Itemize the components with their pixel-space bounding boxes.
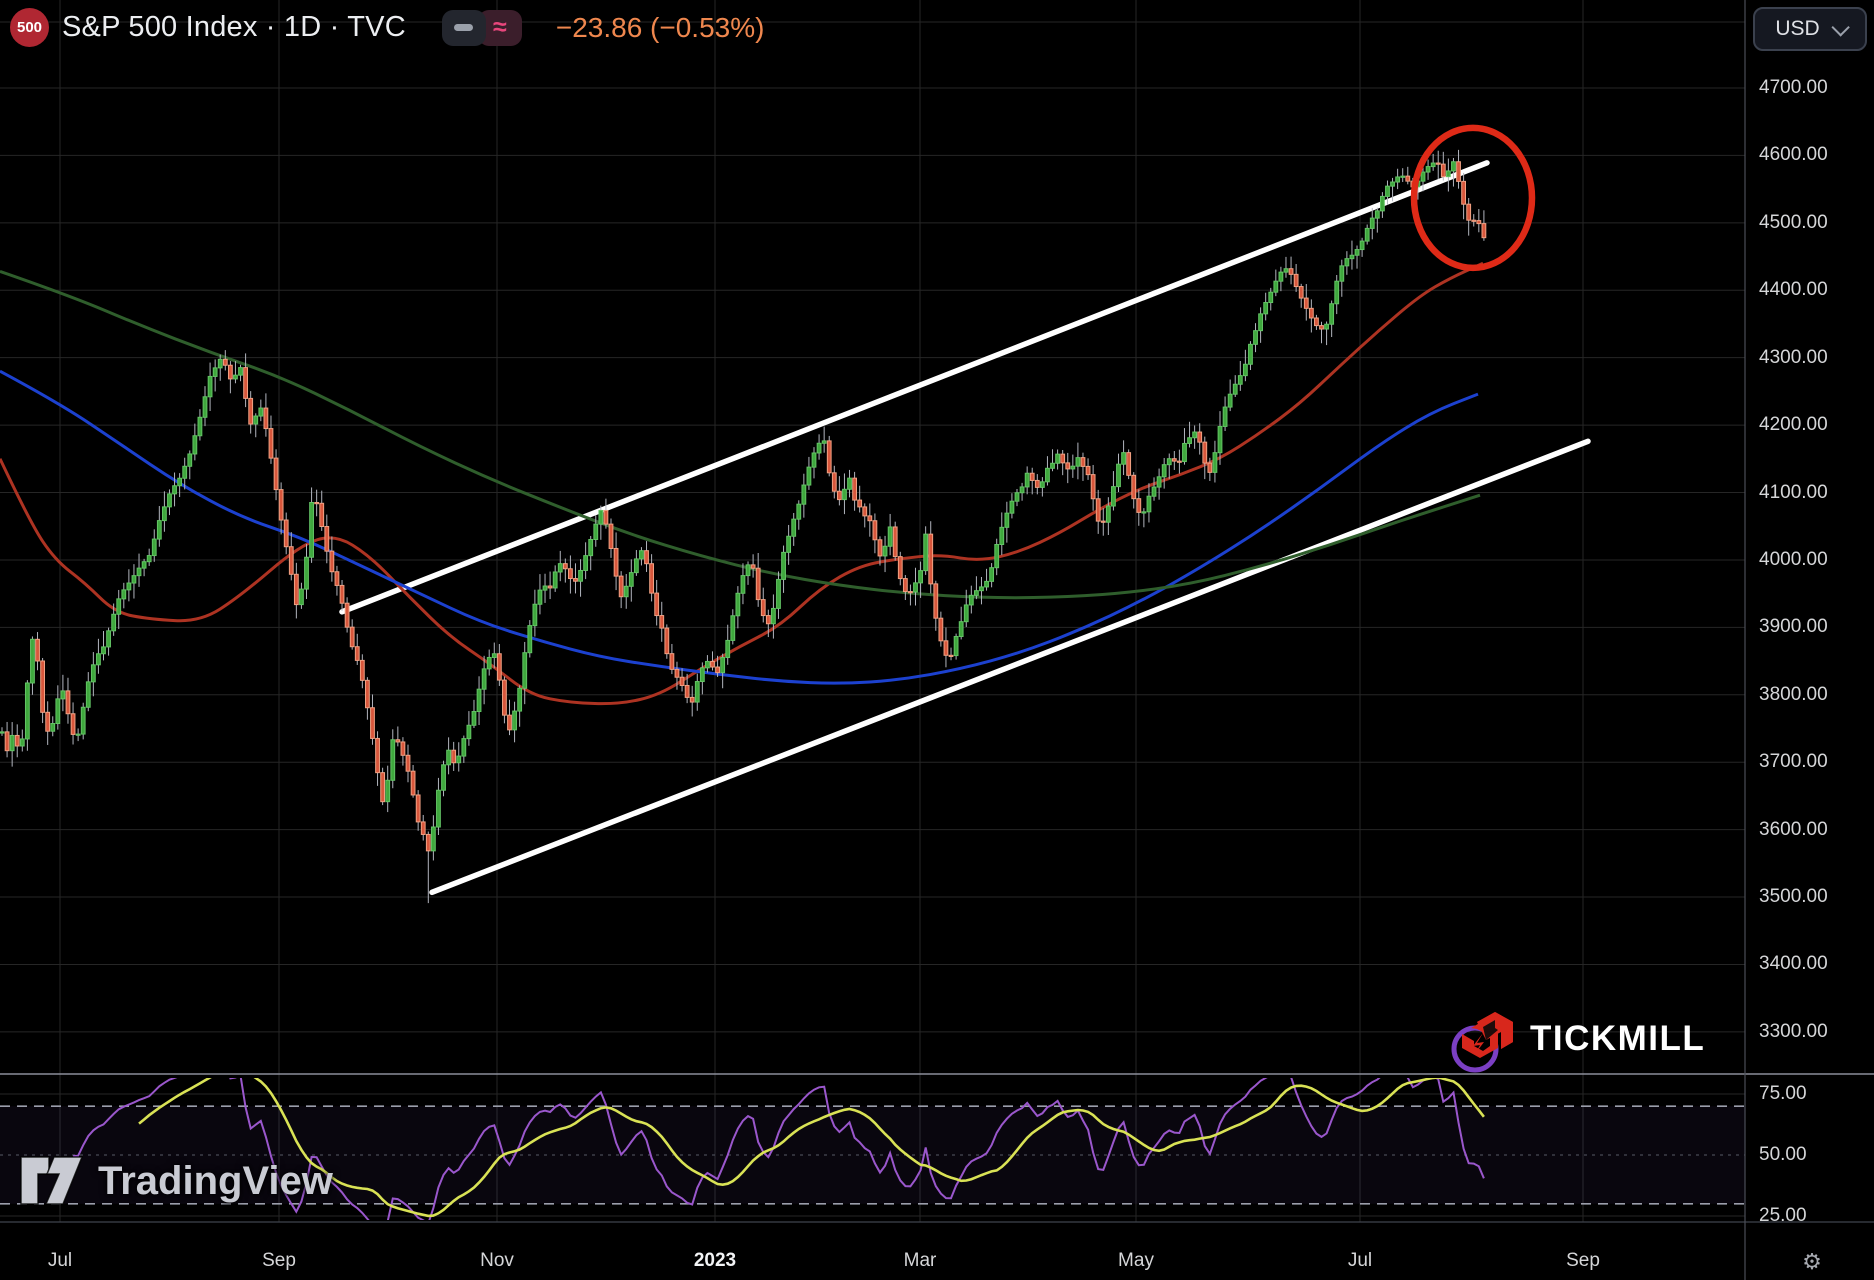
time-axis-label: Sep: [1566, 1250, 1600, 1271]
price-axis-label: 4700.00: [1759, 77, 1828, 98]
tradingview-watermark[interactable]: TradingView: [20, 1156, 333, 1206]
price-axis-label: 3300.00: [1759, 1020, 1828, 1042]
sma-100-line[interactable]: [0, 369, 1479, 685]
price-axis-label: 4300.00: [1759, 346, 1828, 368]
price-axis-label: 4600.00: [1759, 144, 1828, 166]
tickmill-logo-text: TICKMILL: [1530, 1019, 1706, 1058]
tradingview-chart-app: { "header": { "badge": "500", "title": "…: [0, 0, 1874, 1280]
highlight-circle-annotation[interactable]: [1410, 124, 1536, 272]
sp500-badge-icon: 500: [10, 8, 49, 47]
time-axis-label: 2023: [693, 1250, 737, 1271]
price-axis-label: 4500.00: [1759, 211, 1828, 233]
price-axis-label: 3500.00: [1759, 886, 1828, 908]
wave-icon: ≈: [492, 13, 507, 41]
price-axis-label: 4100.00: [1759, 481, 1828, 503]
trend-channel[interactable]: [339, 160, 1591, 896]
time-axis-label: Mar: [903, 1250, 937, 1271]
price-axis-label: 3400.00: [1759, 953, 1828, 975]
tickmill-watermark: TICKMILL: [1450, 1004, 1705, 1074]
minimize-indicator-button[interactable]: [441, 9, 486, 46]
price-axis-label: 3700.00: [1759, 751, 1828, 773]
time-axis-label: Sep: [262, 1250, 296, 1271]
time-axis-label: Jul: [1347, 1250, 1373, 1271]
tradingview-logo-text: TradingView: [98, 1158, 333, 1203]
time-axis-label: Nov: [480, 1250, 514, 1271]
settings-gear-icon[interactable]: ⚙: [1796, 1246, 1828, 1278]
price-axis-label: 4400.00: [1759, 279, 1828, 301]
currency-value: USD: [1775, 17, 1820, 40]
dash-icon: [454, 24, 474, 31]
tradingview-logo-icon: [20, 1156, 84, 1205]
tickmill-logo-icon: [1451, 1012, 1513, 1073]
price-axis-label: 3600.00: [1759, 818, 1828, 840]
price-axis-label: 4000.00: [1759, 548, 1828, 570]
time-axis-label: May: [1118, 1250, 1154, 1271]
price-axis-label: 4200.00: [1759, 414, 1828, 436]
rsi-axis-label: 25.00: [1759, 1205, 1807, 1226]
price-axis-label: 3900.00: [1759, 616, 1828, 638]
rsi-axis-label: 75.00: [1759, 1083, 1807, 1104]
currency-selector[interactable]: USD: [1753, 7, 1867, 51]
symbol-title[interactable]: S&P 500 Index · 1D · TVC: [62, 11, 406, 44]
price-chart-canvas[interactable]: [0, 0, 1874, 1280]
price-change-value: −23.86 (−0.53%): [555, 11, 765, 43]
time-axis-label: Jul: [47, 1250, 73, 1271]
indicator-pills: ≈: [441, 9, 522, 46]
rsi-axis-label: 50.00: [1759, 1144, 1807, 1165]
symbol-legend: 500 S&P 500 Index · 1D · TVC ≈ −23.86 (−…: [10, 8, 764, 47]
price-axis-label: 3800.00: [1759, 683, 1828, 705]
chevron-down-icon: [1831, 17, 1850, 37]
